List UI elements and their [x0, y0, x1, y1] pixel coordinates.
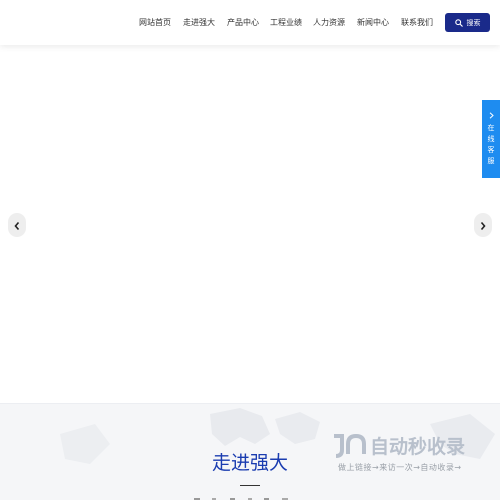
- search-icon: [454, 18, 463, 27]
- title-divider: [240, 485, 260, 486]
- nav-item-news[interactable]: 新闻中心: [357, 17, 389, 29]
- search-button[interactable]: 搜索: [445, 13, 490, 32]
- hero-banner: [0, 45, 500, 403]
- nav-item-contact[interactable]: 联系我们: [401, 17, 433, 29]
- service-char: 客: [487, 146, 495, 154]
- online-service-tab[interactable]: 在 线 客 服: [482, 100, 500, 178]
- banner-next-button[interactable]: [474, 213, 492, 237]
- watermark-logo: 自动秒收录: [334, 433, 465, 458]
- nav-item-products[interactable]: 产品中心: [227, 17, 259, 29]
- chevron-left-icon: [13, 216, 21, 235]
- nav-item-about[interactable]: 走进强大: [183, 17, 215, 29]
- service-label: 在 线 客 服: [488, 124, 495, 166]
- nav-item-home[interactable]: 网站首页: [139, 17, 171, 29]
- service-char: 在: [487, 124, 495, 132]
- main-nav: 网站首页 走进强大 产品中心 工程业绩 人力资源 新闻中心 联系我们: [0, 0, 500, 45]
- service-char: 服: [487, 157, 495, 165]
- chevron-right-icon: [479, 216, 487, 235]
- watermark-brand: 自动秒收录: [370, 435, 465, 458]
- search-label: 搜索: [466, 18, 481, 27]
- watermark: 自动秒收录 做上链接→来访一次→自动收录→: [330, 430, 488, 480]
- service-char: 线: [487, 135, 495, 143]
- chevron-right-small-icon: [489, 112, 494, 121]
- watermark-tagline: 做上链接→来访一次→自动收录→: [338, 463, 462, 472]
- nav-item-hr[interactable]: 人力资源: [313, 17, 345, 29]
- site-header: 网站首页 走进强大 产品中心 工程业绩 人力资源 新闻中心 联系我们 搜索: [0, 0, 500, 45]
- nav-item-projects[interactable]: 工程业绩: [270, 17, 302, 29]
- banner-prev-button[interactable]: [8, 213, 26, 237]
